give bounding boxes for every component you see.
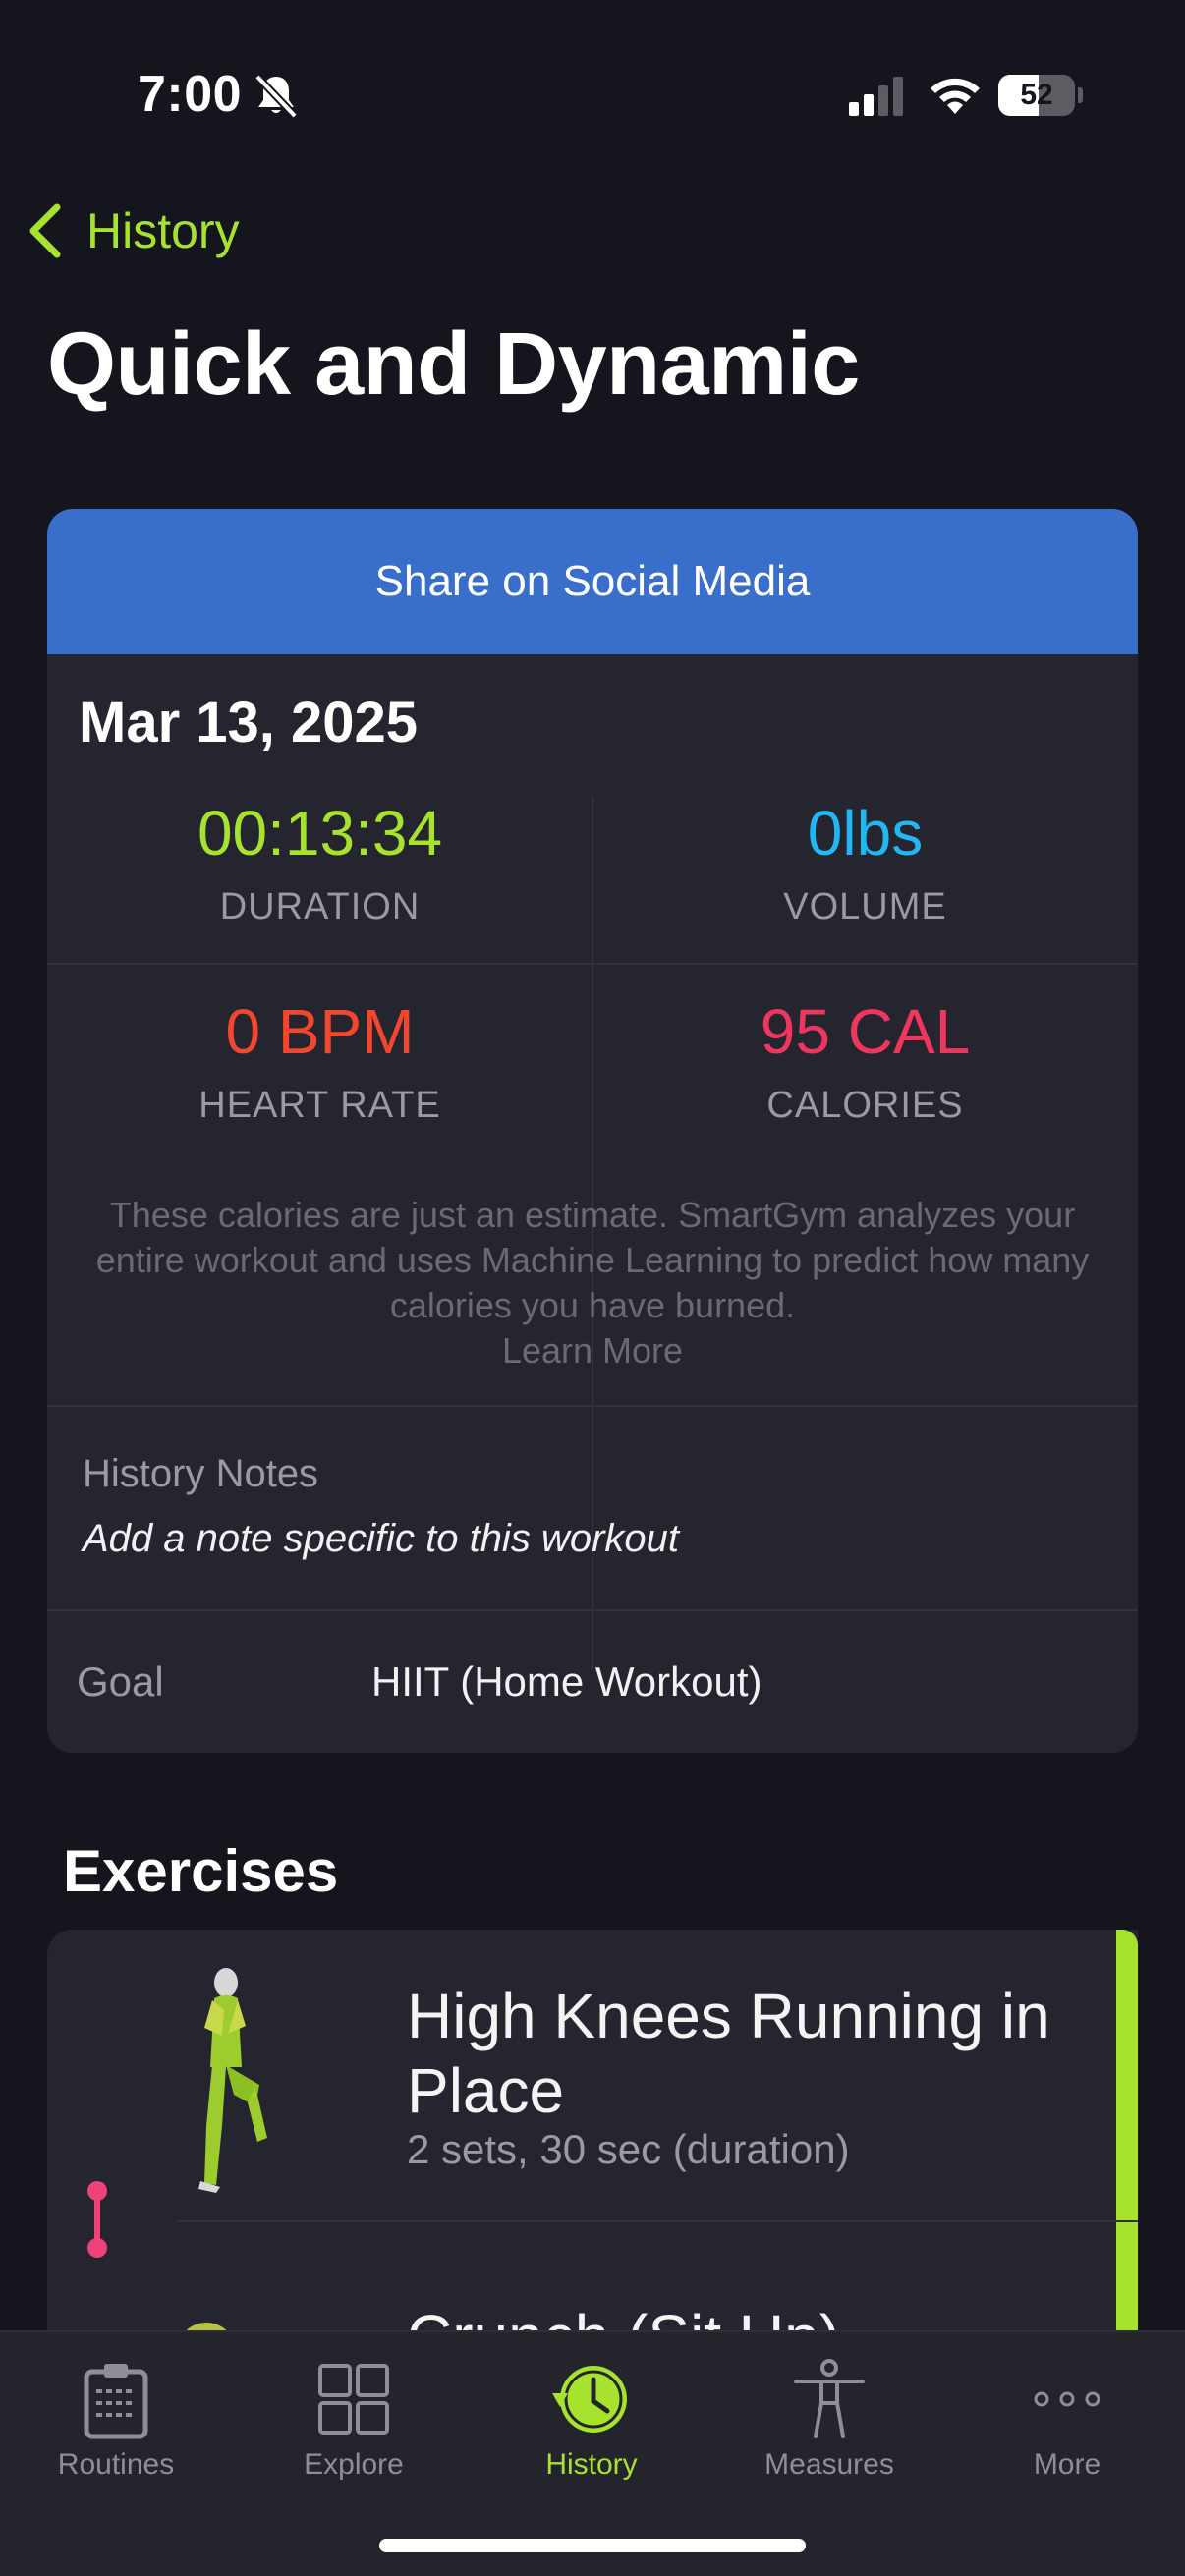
- volume-label: VOLUME: [783, 886, 947, 927]
- ellipsis-icon: [1034, 2391, 1100, 2407]
- page-title: Quick and Dynamic: [47, 315, 860, 414]
- share-social-media-button[interactable]: Share on Social Media: [47, 509, 1138, 654]
- stat-volume: 0lbs VOLUME: [592, 796, 1138, 928]
- heart-rate-label: HEART RATE: [198, 1085, 441, 1126]
- exercise-figure-icon: [198, 1968, 267, 2193]
- calorie-estimate-note: These calories are just an estimate. Sma…: [86, 1193, 1099, 1373]
- tab-more[interactable]: More: [959, 2350, 1175, 2497]
- cellular-signal-icon: [849, 77, 903, 116]
- workout-summary-card: Share on Social Media Mar 13, 2025 00:13…: [47, 509, 1138, 1753]
- tab-label: Measures: [764, 2448, 894, 2481]
- learn-more-link[interactable]: Learn More: [502, 1330, 683, 1371]
- calories-value: 95 CAL: [760, 996, 971, 1067]
- stat-heart-rate: 0 BPM HEART RATE: [47, 994, 592, 1127]
- history-notes-field[interactable]: Add a note specific to this workout: [83, 1517, 679, 1561]
- exercise-row-divider: [177, 2220, 1138, 2222]
- battery-icon: 52: [998, 75, 1083, 116]
- tab-label: More: [1033, 2448, 1101, 2481]
- grid-icon: [318, 2364, 389, 2435]
- tab-measures[interactable]: Measures: [721, 2350, 937, 2497]
- duration-label: DURATION: [219, 886, 421, 927]
- battery-percent: 52: [1020, 79, 1053, 111]
- status-time: 7:00: [138, 66, 243, 123]
- stat-calories: 95 CAL CALORIES: [592, 994, 1138, 1127]
- back-button[interactable]: History: [24, 196, 240, 265]
- duration-value: 00:13:34: [197, 798, 443, 868]
- heart-rate-value: 0 BPM: [225, 996, 415, 1067]
- exercises-heading: Exercises: [63, 1838, 339, 1904]
- stat-duration: 00:13:34 DURATION: [47, 796, 592, 928]
- exercise-name: High Knees Running in Place: [407, 1981, 1050, 2126]
- exercise-detail: 2 sets, 30 sec (duration): [407, 2126, 850, 2172]
- dumbbell-icon: [87, 2181, 107, 2258]
- calories-label: CALORIES: [766, 1085, 964, 1126]
- clipboard-icon: [84, 2364, 148, 2439]
- back-label: History: [86, 203, 240, 258]
- tab-label: History: [545, 2448, 638, 2481]
- tab-history[interactable]: History: [483, 2350, 700, 2497]
- body-figure-icon: [794, 2359, 865, 2438]
- goal-value[interactable]: HIIT (Home Workout): [371, 1658, 762, 1706]
- goal-divider: [47, 1609, 1138, 1611]
- status-bar: 7:00 52: [0, 0, 1185, 187]
- home-indicator[interactable]: [379, 2539, 806, 2552]
- tab-label: Routines: [57, 2448, 175, 2481]
- workout-date: Mar 13, 2025: [79, 691, 419, 755]
- goal-label: Goal: [77, 1658, 164, 1705]
- wifi-icon: [931, 78, 980, 114]
- volume-value: 0lbs: [807, 798, 924, 868]
- clock-history-icon: [552, 2366, 627, 2433]
- notes-divider: [47, 1405, 1138, 1407]
- tab-explore[interactable]: Explore: [246, 2350, 462, 2497]
- bell-muted-icon: [254, 74, 298, 119]
- chevron-left-icon: [29, 203, 61, 258]
- calorie-note-text: These calories are just an estimate. Sma…: [95, 1195, 1090, 1325]
- tab-label: Explore: [304, 2448, 404, 2481]
- history-notes-label: History Notes: [83, 1452, 319, 1495]
- tab-routines[interactable]: Routines: [8, 2350, 224, 2497]
- stats-horizontal-divider: [47, 963, 1138, 965]
